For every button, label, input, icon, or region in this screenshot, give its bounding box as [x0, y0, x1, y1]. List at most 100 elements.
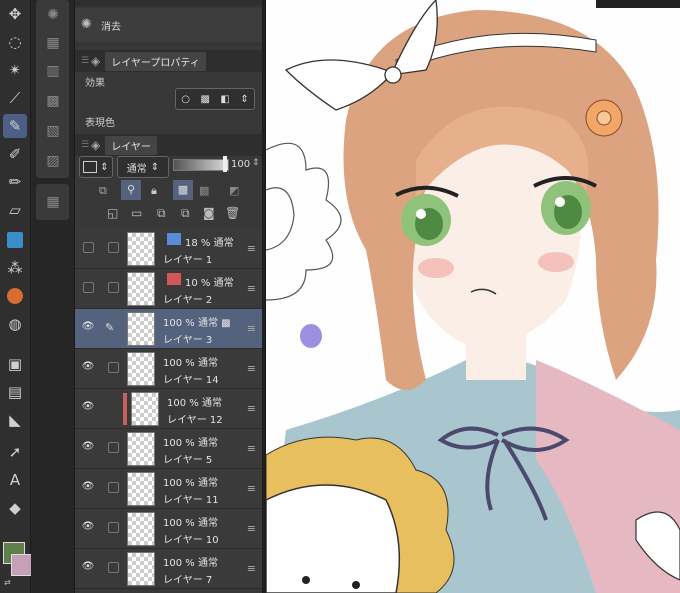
lock-transparent-icon[interactable]: ▩: [173, 180, 193, 200]
visibility-checkbox[interactable]: [83, 242, 94, 253]
correction-icon[interactable]: ◆: [3, 496, 27, 520]
visibility-checkbox[interactable]: [83, 282, 94, 293]
layer-menu-icon[interactable]: ≡: [247, 522, 256, 535]
drawing-canvas[interactable]: [266, 0, 680, 593]
layer-mode: 通常: [213, 278, 234, 289]
sub-color-swatch[interactable]: [11, 554, 33, 576]
eye-icon[interactable]: 👁︎: [81, 521, 95, 535]
layer-menu-icon[interactable]: ≡: [247, 242, 256, 255]
eye-icon[interactable]: 👁︎: [81, 321, 95, 335]
layer-color-icon[interactable]: ◧: [220, 94, 229, 105]
opacity-stepper-icon[interactable]: ⇕: [252, 158, 260, 168]
mask-toggle-icon[interactable]: ▩: [199, 184, 209, 197]
chevron-updown-icon[interactable]: ⇕: [240, 94, 248, 105]
tone-effect-icon[interactable]: ▩: [200, 94, 209, 105]
blend-mode-select[interactable]: 通常 ⇕: [117, 156, 169, 178]
approximate-color-icon[interactable]: ▩: [42, 90, 64, 112]
layer-mask-icon[interactable]: ◙: [203, 206, 215, 220]
fill-icon[interactable]: [3, 284, 27, 308]
layer-menu-icon[interactable]: ≡: [247, 402, 256, 415]
layer-menu-icon[interactable]: ≡: [247, 482, 256, 495]
layer-list: 18 % 通常 レイヤー 1 ≡ 10 % 通常 レイヤー 2 ≡ 👁︎ ✎ 1…: [75, 229, 262, 593]
expression-color-select[interactable]: ⇕: [79, 156, 113, 178]
eye-icon[interactable]: 👁︎: [81, 441, 95, 455]
layer-name: レイヤー 12: [167, 415, 223, 426]
layer-menu-icon[interactable]: ≡: [247, 362, 256, 375]
layer-opacity: 10 %: [185, 278, 211, 289]
layer-row[interactable]: 👁︎ 100 % 通常 レイヤー 12 ≡: [75, 389, 262, 429]
layer-menu-icon[interactable]: ≡: [247, 562, 256, 575]
intermediate-color-icon[interactable]: ▥: [42, 60, 64, 82]
swap-colors-icon[interactable]: ⇄: [4, 578, 11, 587]
text-icon[interactable]: A: [3, 468, 27, 492]
gradient-icon[interactable]: ▣: [3, 352, 27, 376]
layer-row[interactable]: 10 % 通常 レイヤー 2 ≡: [75, 269, 262, 309]
layer-color-bar: [123, 393, 127, 425]
eye-icon[interactable]: 👁︎: [81, 481, 95, 495]
lock-icon[interactable]: 🔒︎: [151, 184, 157, 198]
edit-checkbox[interactable]: [108, 522, 119, 533]
eraser-icon[interactable]: ▱: [3, 198, 27, 222]
reference-layer-icon[interactable]: ⚲: [121, 180, 141, 200]
ruler-icon[interactable]: ◣: [3, 408, 27, 432]
color-wheel-icon[interactable]: ✺: [42, 4, 64, 26]
opacity-slider-handle[interactable]: [223, 156, 227, 172]
edit-checkbox[interactable]: [108, 362, 119, 373]
opacity-slider[interactable]: [173, 159, 229, 171]
move-icon[interactable]: ✥: [3, 2, 27, 26]
eyedropper-icon[interactable]: ⟋: [3, 86, 27, 110]
flower-hairpin: [585, 99, 623, 137]
navigator-icon[interactable]: ▧: [42, 120, 64, 142]
effect-buttons[interactable]: ○ ▩ ◧ ⇕: [175, 88, 255, 110]
eye-icon[interactable]: 👁︎: [81, 361, 95, 375]
pen-icon[interactable]: ✎: [3, 114, 27, 138]
transfer-layer-icon[interactable]: ⧉: [157, 206, 166, 221]
color-set-icon[interactable]: ▦: [42, 32, 64, 54]
grid-icon[interactable]: ▦: [42, 191, 64, 213]
operation-icon[interactable]: ➚: [3, 440, 27, 464]
layer-row[interactable]: 👁︎ 100 % 通常 レイヤー 7 ≡: [75, 549, 262, 589]
film-icon[interactable]: ▨: [42, 150, 64, 172]
layer-menu-icon[interactable]: ≡: [247, 442, 256, 455]
frame-icon[interactable]: ▤: [3, 380, 27, 404]
layer-color-indicator: [167, 273, 181, 285]
history-section: ✺ 消去: [75, 0, 262, 46]
edit-checkbox[interactable]: [108, 482, 119, 493]
edit-checkbox[interactable]: [108, 442, 119, 453]
opacity-value[interactable]: 100: [231, 159, 250, 170]
edit-pen-icon[interactable]: ✎: [105, 321, 114, 334]
layer-row[interactable]: 👁︎ 100 % 通常 レイヤー 5 ≡: [75, 429, 262, 469]
spray-icon[interactable]: ⁂: [3, 256, 27, 280]
brush-icon[interactable]: ✏: [3, 170, 27, 194]
new-raster-layer-icon[interactable]: ◱: [107, 206, 118, 220]
new-folder-icon[interactable]: ▭: [131, 206, 142, 220]
layer-thumbnail: [127, 432, 155, 466]
effect-label: 効果: [85, 78, 105, 89]
layer-row-selected[interactable]: 👁︎ ✎ 100 % 通常 ▩ レイヤー 3 ≡: [75, 309, 262, 349]
edit-checkbox[interactable]: [108, 282, 119, 293]
blend-icon[interactable]: ◍: [3, 312, 27, 336]
history-item[interactable]: ✺ 消去: [75, 8, 262, 42]
layer-menu-icon[interactable]: ≡: [247, 282, 256, 295]
eye-icon[interactable]: 👁︎: [81, 401, 95, 415]
trash-icon[interactable]: 🗑︎: [225, 206, 240, 220]
texture-icon[interactable]: [3, 228, 27, 252]
merge-layer-icon[interactable]: ⧉: [181, 206, 190, 221]
pencil-icon[interactable]: ✐: [3, 142, 27, 166]
eye-icon[interactable]: 👁︎: [81, 561, 95, 575]
magic-wand-icon[interactable]: ✴: [3, 58, 27, 82]
layer-row[interactable]: 👁︎ 100 % 通常 レイヤー 14 ≡: [75, 349, 262, 389]
clipping-icon[interactable]: ⧉: [99, 184, 107, 198]
layer-row[interactable]: 18 % 通常 レイヤー 1 ≡: [75, 229, 262, 269]
expression-label: 表現色: [85, 118, 115, 129]
layer-menu-icon[interactable]: ≡: [247, 322, 256, 335]
edit-checkbox[interactable]: [108, 562, 119, 573]
layer-tab[interactable]: レイヤー: [105, 135, 157, 155]
draft-layer-icon[interactable]: ◩: [229, 184, 239, 197]
effect-section: 効果 ○ ▩ ◧ ⇕ 表現色: [75, 72, 262, 129]
lasso-icon[interactable]: ◌: [3, 30, 27, 54]
layer-row[interactable]: 👁︎ 100 % 通常 レイヤー 11 ≡: [75, 469, 262, 509]
border-effect-icon[interactable]: ○: [181, 94, 190, 105]
edit-checkbox[interactable]: [108, 242, 119, 253]
layer-row[interactable]: 👁︎ 100 % 通常 レイヤー 10 ≡: [75, 509, 262, 549]
